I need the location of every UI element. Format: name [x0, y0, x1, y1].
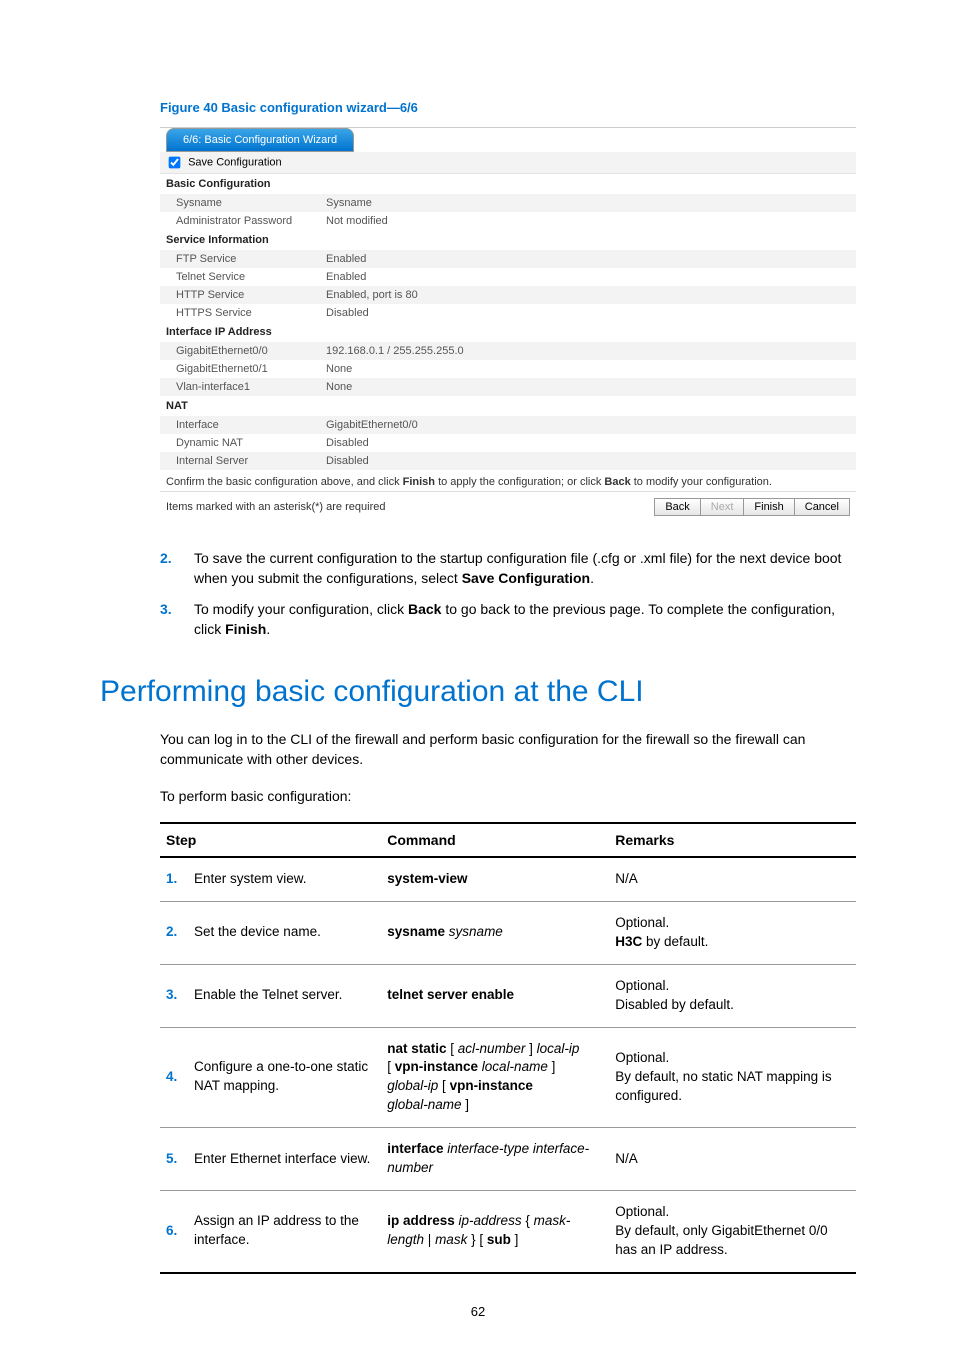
- wizard-buttons: Back Next Finish Cancel: [655, 498, 850, 516]
- row-telnet: Telnet ServiceEnabled: [160, 268, 856, 286]
- table-row: 3. Enable the Telnet server. telnet serv…: [160, 964, 856, 1027]
- cancel-button[interactable]: Cancel: [794, 498, 850, 516]
- table-row: 5. Enter Ethernet interface view. interf…: [160, 1128, 856, 1191]
- list-item-2: 2. To save the current configuration to …: [160, 548, 856, 589]
- finish-button[interactable]: Finish: [743, 498, 794, 516]
- th-remarks: Remarks: [609, 823, 856, 857]
- row-http: HTTP ServiceEnabled, port is 80: [160, 286, 856, 304]
- figure-caption: Figure 40 Basic configuration wizard—6/6: [160, 100, 856, 115]
- save-config-checkbox[interactable]: [169, 157, 181, 169]
- intro-paragraph: You can log in to the CLI of the firewal…: [160, 729, 856, 770]
- row-ge01: GigabitEthernet0/1None: [160, 360, 856, 378]
- back-button[interactable]: Back: [654, 498, 700, 516]
- save-config-label: Save Configuration: [188, 156, 282, 168]
- row-ge00: GigabitEthernet0/0192.168.0.1 / 255.255.…: [160, 342, 856, 360]
- numbered-list: 2. To save the current configuration to …: [160, 548, 856, 639]
- wizard-footer: Items marked with an asterisk(*) are req…: [160, 491, 856, 522]
- row-dyn-nat: Dynamic NATDisabled: [160, 434, 856, 452]
- wizard-tab: 6/6: Basic Configuration Wizard: [166, 128, 354, 152]
- heading-cli: Performing basic configuration at the CL…: [100, 675, 856, 709]
- asterisk-note: Items marked with an asterisk(*) are req…: [166, 501, 385, 513]
- row-vlan1: Vlan-interface1None: [160, 378, 856, 396]
- lead-in-paragraph: To perform basic configuration:: [160, 786, 856, 806]
- row-nat-if: InterfaceGigabitEthernet0/0: [160, 416, 856, 434]
- save-config-row: Save Configuration: [160, 152, 856, 174]
- section-iface-title: Interface IP Address: [160, 322, 856, 342]
- row-ftp: FTP ServiceEnabled: [160, 250, 856, 268]
- section-nat-title: NAT: [160, 396, 856, 416]
- row-admin-password: Administrator PasswordNot modified: [160, 212, 856, 230]
- row-sysname: SysnameSysname: [160, 194, 856, 212]
- section-basic-title: Basic Configuration: [160, 174, 856, 194]
- confirm-text: Confirm the basic configuration above, a…: [160, 470, 856, 491]
- list-item-3: 3. To modify your configuration, click B…: [160, 599, 856, 640]
- section-service-title: Service Information: [160, 230, 856, 250]
- table-row: 4. Configure a one-to-one static NAT map…: [160, 1027, 856, 1128]
- page-number: 62: [100, 1304, 856, 1319]
- table-row: 6. Assign an IP address to the interface…: [160, 1190, 856, 1272]
- table-row: 1. Enter system view. system-view N/A: [160, 857, 856, 901]
- table-row: 2. Set the device name. sysname sysname …: [160, 901, 856, 964]
- th-step: Step: [160, 823, 381, 857]
- row-https: HTTPS ServiceDisabled: [160, 304, 856, 322]
- cli-table: Step Command Remarks 1. Enter system vie…: [160, 822, 856, 1273]
- row-int-server: Internal ServerDisabled: [160, 452, 856, 470]
- wizard-screenshot: 6/6: Basic Configuration Wizard Save Con…: [160, 127, 856, 522]
- th-command: Command: [381, 823, 609, 857]
- next-button: Next: [700, 498, 745, 516]
